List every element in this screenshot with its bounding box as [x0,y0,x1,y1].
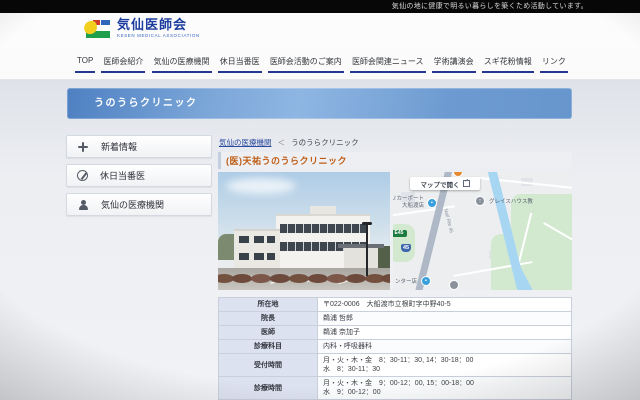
row-value: 〒022-0006 大船渡市立根町字中野40-5 [318,298,572,312]
row-label: 診療科目 [219,340,318,354]
sidebar-item-news[interactable]: 新着情報 [66,135,212,158]
sidebar-item-label: 休日当番医 [100,169,145,182]
row-value: 月・火・木・金 8：30-11：30, 14：30-18：00水 8：30-11… [318,354,572,377]
row-label: 受付時間 [219,354,318,377]
main-nav: TOP 医師会紹介 気仙の医療機関 休日当番医 医師会活動のご案内 医師会関連ニ… [0,48,640,80]
breadcrumb: 気仙の医療機関 ＜ うのうらクリニック [219,137,359,148]
breadcrumb-separator: ＜ [278,138,286,147]
transit-poi-icon[interactable] [449,280,459,290]
location-map[interactable]: Natl Rte 45 E45 45 リカーポート 大船渡店 グレイスハウス教 … [393,172,572,290]
topbar-tagline: 気仙の地に健康で明るい暮らしを築くため活動しています。 [392,3,588,10]
clinic-title: (医)天祐うのうらクリニック [226,154,347,167]
nav-item-about[interactable]: 医師会紹介 [101,56,145,73]
clinic-title-bar: (医)天祐うのうらクリニック [218,152,572,169]
store-poi-label: リカーポート 大船渡店 [393,196,424,209]
store-poi-icon[interactable] [421,276,431,286]
store-poi-partial-label: ンター店 [395,279,417,286]
breadcrumb-current: うのうらクリニック [291,138,359,147]
clinic-info-table: 所在地 〒022-0006 大船渡市立根町字中野40-5 院長 鵜浦 哲郎 医師… [218,297,572,400]
site-logo-text: 気仙医師会 KESEN MEDICAL ASSOCIATION [117,18,200,38]
clock-icon [77,170,88,181]
table-row: 医師 鵜浦 奈加子 [219,326,572,340]
nav-item-institutions[interactable]: 気仙の医療機関 [152,56,212,73]
row-label: 医師 [219,326,318,340]
nav-item-news[interactable]: 医師会関連ニュース [350,56,426,73]
open-in-new-icon [463,180,470,187]
row-value: 月・火・木・金 9：00-12：00, 15：00-18：00水 9：00-12… [318,377,572,400]
nav-item-links[interactable]: リンク [540,56,568,73]
row-label: 診療時間 [219,377,318,400]
topbar: 気仙の地に健康で明るい暮らしを築くため活動しています。 [0,0,640,13]
row-value: 鵜浦 奈加子 [318,326,572,340]
nav-item-pollen[interactable]: スギ花粉情報 [482,56,534,73]
table-row: 所在地 〒022-0006 大船渡市立根町字中野40-5 [219,298,572,312]
new-posts-icon [77,141,89,153]
church-poi-label: グレイスハウス教 [489,199,533,206]
nav-item-top[interactable]: TOP [75,56,95,73]
site-logo[interactable]: 気仙医師会 KESEN MEDICAL ASSOCIATION [84,18,200,38]
sidebar-item-holiday-doctor[interactable]: 休日当番医 [66,164,212,187]
row-label: 所在地 [219,298,318,312]
site-header: 気仙医師会 KESEN MEDICAL ASSOCIATION [0,13,640,48]
clinic-photo [218,172,390,290]
association-flag-icon [84,19,110,38]
table-row: 診療科目 内科・呼吸器科 [219,340,572,354]
sidebar-item-label: 気仙の医療機関 [101,198,164,211]
route-45-shield: 45 [401,244,411,252]
church-poi-icon[interactable] [475,196,485,206]
sidebar-item-label: 新着情報 [101,140,137,153]
sidebar-item-institutions[interactable]: 気仙の医療機関 [66,193,212,216]
nav-item-activities[interactable]: 医師会活動のご案内 [268,56,344,73]
nav-item-lectures[interactable]: 学術講演会 [432,56,476,73]
open-in-maps-button[interactable]: マップで開く [410,177,480,190]
store-poi-icon[interactable] [427,198,437,208]
table-row: 受付時間 月・火・木・金 8：30-11：30, 14：30-18：00水 8：… [219,354,572,377]
site-subtitle: KESEN MEDICAL ASSOCIATION [117,33,200,38]
nav-item-holiday-doctor[interactable]: 休日当番医 [218,56,262,73]
expressway-shield: E45 [393,230,407,237]
row-value: 内科・呼吸器科 [318,340,572,354]
page: 気仙の地に健康で明るい暮らしを築くため活動しています。 気仙医師会 KESEN … [0,0,640,400]
breadcrumb-parent-link[interactable]: 気仙の医療機関 [219,138,272,147]
page-banner-title: うのうらクリニック [67,88,572,119]
table-row: 診療時間 月・火・木・金 9：00-12：00, 15：00-18：00水 9：… [219,377,572,400]
person-icon [77,199,89,211]
map-road-label: Natl Rte 45 [442,208,454,234]
page-banner: うのうらクリニック [67,88,572,119]
open-in-maps-label: マップで開く [421,179,460,189]
photo-lamp-post [366,224,368,276]
row-label: 院長 [219,312,318,326]
table-row: 院長 鵜浦 哲郎 [219,312,572,326]
site-title: 気仙医師会 [117,18,200,31]
row-value: 鵜浦 哲郎 [318,312,572,326]
